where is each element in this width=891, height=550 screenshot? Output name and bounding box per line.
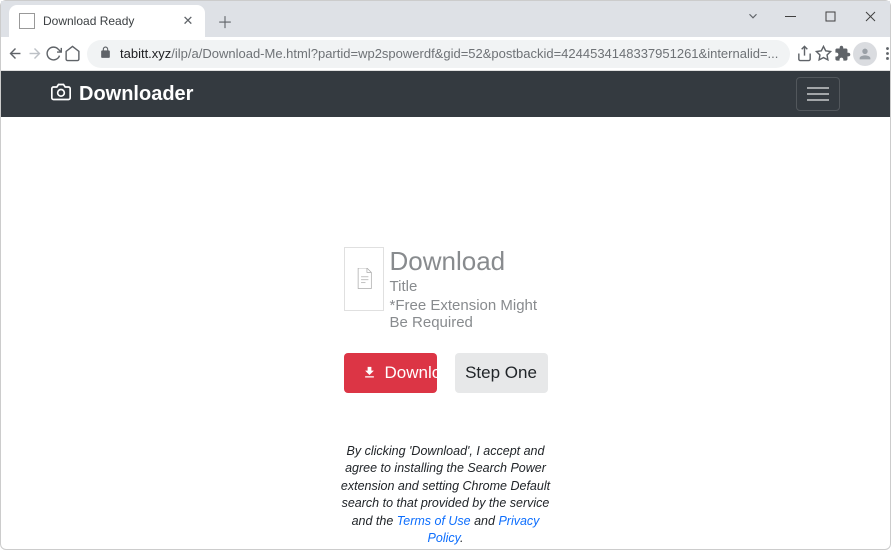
minimize-button[interactable] [770, 1, 810, 31]
tab-close-icon[interactable]: ✕ [181, 14, 195, 28]
button-row: Download Step One [344, 353, 548, 393]
menu-icon[interactable] [879, 40, 891, 68]
star-icon[interactable] [815, 40, 832, 68]
maximize-button[interactable] [810, 1, 850, 31]
disclaimer-text: By clicking 'Download', I accept and agr… [335, 443, 557, 548]
browser-toolbar: tabitt.xyz/ilp/a/Download-Me.html?partid… [1, 37, 890, 71]
tab-favicon [19, 13, 35, 29]
download-info: Download Title *Free Extension Might Be … [390, 247, 548, 331]
hamburger-menu[interactable] [796, 77, 840, 111]
camera-icon [51, 82, 71, 107]
site-brand[interactable]: Downloader [51, 82, 193, 107]
download-subtitle: Title [390, 278, 548, 295]
site-navbar: Downloader [1, 71, 890, 117]
step-one-button[interactable]: Step One [455, 353, 548, 393]
share-icon[interactable] [796, 40, 813, 68]
download-note: *Free Extension Might Be Required [390, 297, 548, 331]
browser-tab[interactable]: Download Ready ✕ [9, 5, 205, 37]
download-heading: Download [390, 247, 548, 276]
brand-text: Downloader [79, 83, 193, 106]
terms-link[interactable]: Terms of Use [397, 514, 471, 528]
forward-button[interactable] [26, 40, 43, 68]
address-bar[interactable]: tabitt.xyz/ilp/a/Download-Me.html?partid… [87, 40, 790, 68]
chevron-down-icon[interactable] [736, 1, 770, 31]
new-tab-button[interactable]: ＋ [211, 7, 239, 35]
back-button[interactable] [7, 40, 24, 68]
home-button[interactable] [64, 40, 81, 68]
window-controls [736, 1, 890, 31]
url-text: tabitt.xyz/ilp/a/Download-Me.html?partid… [120, 46, 778, 61]
extensions-icon[interactable] [834, 40, 851, 68]
lock-icon [99, 46, 112, 62]
download-button[interactable]: Download [344, 353, 437, 393]
close-window-button[interactable] [850, 1, 890, 31]
download-icon [362, 365, 377, 380]
profile-avatar[interactable] [853, 40, 877, 68]
tab-title: Download Ready [43, 14, 177, 28]
reload-button[interactable] [45, 40, 62, 68]
file-icon [344, 247, 384, 311]
browser-window-bar: Download Ready ✕ ＋ [1, 1, 890, 37]
download-box: Download Title *Free Extension Might Be … [344, 247, 548, 331]
main-content: Download Title *Free Extension Might Be … [1, 117, 890, 548]
